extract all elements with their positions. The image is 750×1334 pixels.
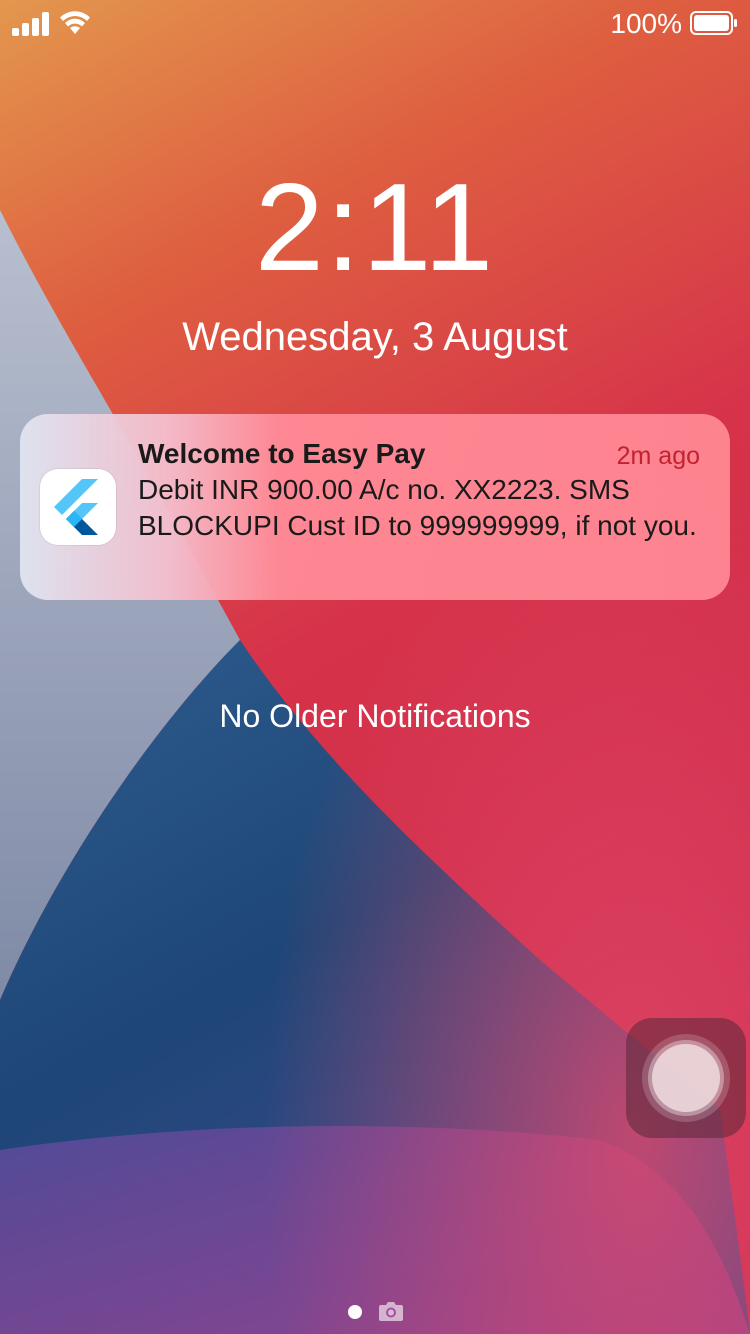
notification-title: Welcome to Easy Pay	[138, 438, 426, 469]
camera-icon[interactable]	[378, 1300, 404, 1322]
notification-time: 2m ago	[616, 442, 700, 470]
assistive-touch-icon[interactable]	[626, 1018, 746, 1138]
page-dot-icon	[348, 1305, 362, 1319]
flutter-logo-icon	[40, 469, 116, 545]
cellular-signal-icon	[12, 10, 52, 36]
page-indicator	[0, 1298, 750, 1324]
notification-body: Debit INR 900.00 A/c no. XX2223. SMS BLO…	[138, 474, 697, 541]
no-older-notifications-label: No Older Notifications	[219, 698, 531, 734]
wifi-icon	[60, 11, 90, 34]
battery-icon	[690, 11, 737, 35]
status-bar: 100%	[0, 0, 750, 48]
lock-screen-time: 2:11	[254, 159, 496, 297]
lock-screen-date: Wednesday, 3 August	[182, 315, 568, 359]
battery-percentage: 100%	[610, 8, 682, 39]
notification-card[interactable]: Welcome to Easy Pay 2m ago Debit INR 900…	[20, 414, 730, 600]
